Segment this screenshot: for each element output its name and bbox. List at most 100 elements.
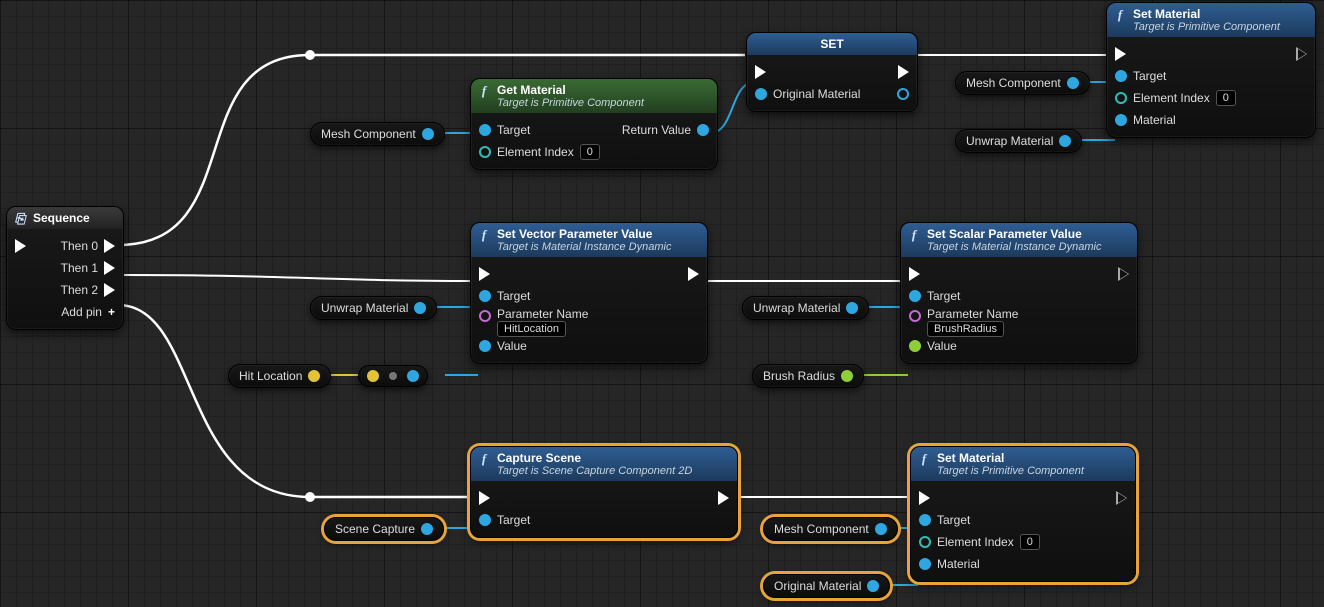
set-material-1-node[interactable]: f Set Material Target is Primitive Compo… — [1106, 2, 1316, 138]
set-out-pin[interactable] — [897, 88, 909, 100]
sm1-exec-in[interactable] — [1115, 47, 1126, 61]
set-vector-param-node[interactable]: f Set Vector Parameter Value Target is M… — [470, 222, 708, 364]
var-unwrap-material-2[interactable]: Unwrap Material — [310, 296, 437, 320]
sequence-node[interactable]: ⎘ Sequence Then 0 Then 1 Then 2 Add pin … — [6, 206, 124, 330]
var-original-material[interactable]: Original Material — [763, 574, 890, 598]
then1-label: Then 1 — [61, 261, 98, 275]
conv-mid-icon — [389, 372, 397, 380]
get-material-target-pin[interactable] — [479, 124, 491, 136]
var-unwrap-material-2-label: Unwrap Material — [321, 301, 408, 315]
function-icon: f — [1113, 8, 1127, 22]
sm2-elemidx-val[interactable]: 0 — [1020, 534, 1040, 550]
cs-exec-out[interactable] — [718, 491, 729, 505]
var-brush-radius-label: Brush Radius — [763, 369, 835, 383]
sm2-exec-out[interactable] — [1116, 491, 1127, 505]
set-exec-out[interactable] — [898, 65, 909, 79]
var-hit-location[interactable]: Hit Location — [228, 364, 331, 388]
plus-icon[interactable]: + — [108, 305, 115, 319]
var-mesh-component-3-pin[interactable] — [875, 523, 887, 535]
var-brush-radius[interactable]: Brush Radius — [752, 364, 864, 388]
then1-exec[interactable] — [104, 261, 115, 275]
var-brush-radius-pin[interactable] — [841, 370, 853, 382]
set-origmat-label: Original Material — [773, 87, 860, 101]
var-unwrap-material-1-pin[interactable] — [1059, 135, 1071, 147]
get-material-elemidx-val[interactable]: 0 — [580, 144, 600, 160]
get-material-node[interactable]: f Get Material Target is Primitive Compo… — [470, 78, 718, 170]
svp-paramname-pin[interactable] — [479, 310, 491, 322]
then2-exec[interactable] — [104, 283, 115, 297]
conv-in-pin[interactable] — [367, 370, 379, 382]
svp-target-label: Target — [497, 289, 530, 303]
set-material-2-subtitle: Target is Primitive Component — [937, 465, 1127, 477]
cs-target-pin[interactable] — [479, 514, 491, 526]
svp-title: f Set Vector Parameter Value Target is M… — [471, 223, 707, 257]
sm2-target-pin[interactable] — [919, 514, 931, 526]
ssp-exec-in[interactable] — [909, 267, 920, 281]
sm2-elemidx-label: Element Index — [937, 535, 1014, 549]
ssp-exec-out[interactable] — [1118, 267, 1129, 281]
var-mesh-component-3[interactable]: Mesh Component — [763, 517, 898, 541]
svp-title-text: Set Vector Parameter Value — [497, 227, 652, 241]
conv-out-pin[interactable] — [407, 370, 419, 382]
set-node[interactable]: SET Original Material — [746, 32, 918, 112]
sm2-elemidx-pin[interactable] — [919, 536, 931, 548]
sequence-title: ⎘ Sequence — [7, 207, 123, 229]
var-mesh-component-1-label: Mesh Component — [321, 127, 416, 141]
ssp-target-pin[interactable] — [909, 290, 921, 302]
var-mesh-component-3-label: Mesh Component — [774, 522, 869, 536]
sm1-target-pin[interactable] — [1115, 70, 1127, 82]
sm1-elemidx-pin[interactable] — [1115, 92, 1127, 104]
var-hit-location-pin[interactable] — [308, 370, 320, 382]
capture-scene-node[interactable]: f Capture Scene Target is Scene Capture … — [470, 446, 738, 538]
cs-exec-in[interactable] — [479, 491, 490, 505]
set-exec-in[interactable] — [755, 65, 766, 79]
addpin-label: Add pin — [61, 305, 102, 319]
sm1-exec-out[interactable] — [1296, 47, 1307, 61]
sm2-material-pin[interactable] — [919, 558, 931, 570]
ssp-paramname-pin[interactable] — [909, 310, 921, 322]
var-unwrap-material-3-label: Unwrap Material — [753, 301, 840, 315]
exec-in[interactable] — [15, 239, 26, 253]
sequence-title-text: Sequence — [33, 211, 90, 225]
get-material-elemidx-pin[interactable] — [479, 146, 491, 158]
capture-scene-title: f Capture Scene Target is Scene Capture … — [471, 447, 737, 481]
set-material-2-title-text: Set Material — [937, 451, 1004, 465]
svp-subtitle: Target is Material Instance Dynamic — [497, 241, 699, 253]
ssp-value-label: Value — [927, 339, 957, 353]
var-unwrap-material-1[interactable]: Unwrap Material — [955, 129, 1082, 153]
var-original-material-pin[interactable] — [867, 580, 879, 592]
sm1-elemidx-val[interactable]: 0 — [1216, 90, 1236, 106]
function-icon: f — [917, 452, 931, 466]
var-hit-location-label: Hit Location — [239, 369, 302, 383]
sm2-material-label: Material — [937, 557, 980, 571]
ssp-target-label: Target — [927, 289, 960, 303]
get-material-title: f Get Material Target is Primitive Compo… — [471, 79, 717, 113]
conversion-node[interactable] — [358, 365, 428, 387]
get-material-return-pin[interactable] — [697, 124, 709, 136]
set-title-text: SET — [820, 37, 843, 51]
var-mesh-component-1-pin[interactable] — [422, 128, 434, 140]
ssp-value-pin[interactable] — [909, 340, 921, 352]
ssp-paramname-label: Parameter Name — [927, 307, 1018, 321]
sm1-material-label: Material — [1133, 113, 1176, 127]
var-scene-capture-pin[interactable] — [421, 523, 433, 535]
sequence-icon: ⎘ — [13, 212, 27, 226]
svp-exec-in[interactable] — [479, 267, 490, 281]
function-icon: f — [477, 452, 491, 466]
svp-target-pin[interactable] — [479, 290, 491, 302]
set-material-2-node[interactable]: f Set Material Target is Primitive Compo… — [910, 446, 1136, 582]
svp-value-pin[interactable] — [479, 340, 491, 352]
var-mesh-component-1[interactable]: Mesh Component — [310, 122, 445, 146]
set-scalar-param-node[interactable]: f Set Scalar Parameter Value Target is M… — [900, 222, 1138, 364]
var-unwrap-material-2-pin[interactable] — [414, 302, 426, 314]
var-mesh-component-2[interactable]: Mesh Component — [955, 71, 1090, 95]
svp-exec-out[interactable] — [688, 267, 699, 281]
var-unwrap-material-3[interactable]: Unwrap Material — [742, 296, 869, 320]
var-mesh-component-2-pin[interactable] — [1067, 77, 1079, 89]
sm1-material-pin[interactable] — [1115, 114, 1127, 126]
set-origmat-pin-in[interactable] — [755, 88, 767, 100]
then0-exec[interactable] — [104, 239, 115, 253]
sm2-exec-in[interactable] — [919, 491, 930, 505]
var-scene-capture[interactable]: Scene Capture — [324, 517, 444, 541]
var-unwrap-material-3-pin[interactable] — [846, 302, 858, 314]
